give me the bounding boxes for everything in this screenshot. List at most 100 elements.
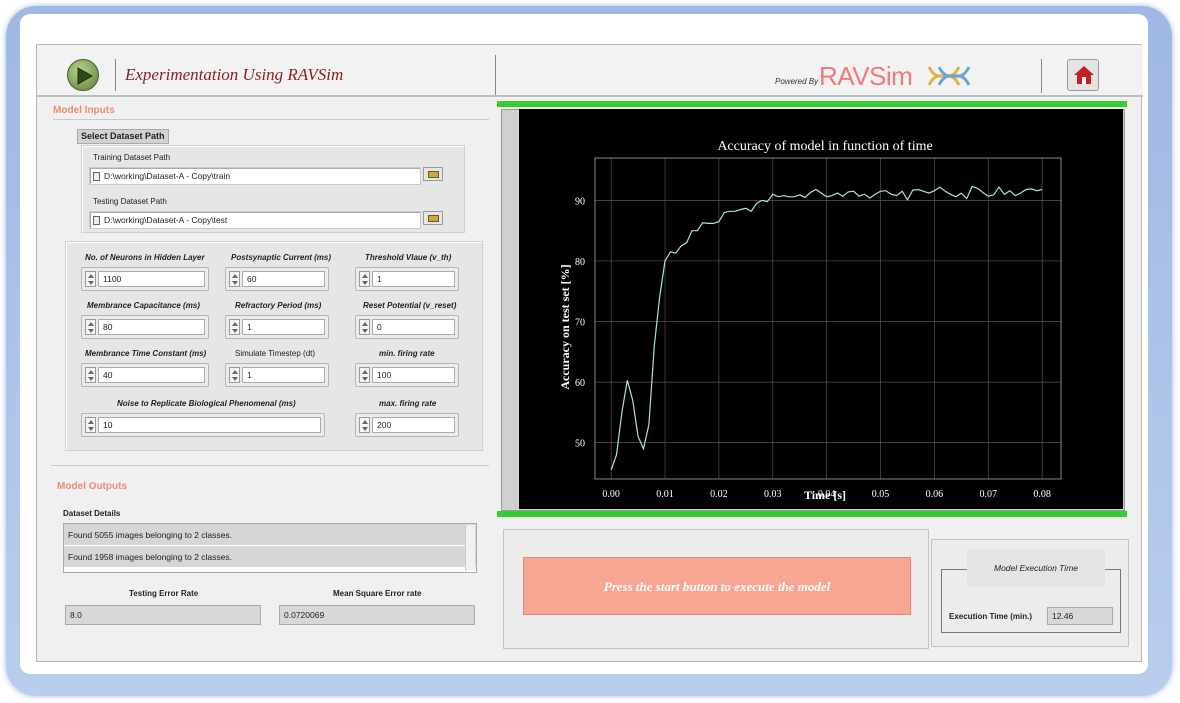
- dataset-details-list: Found 5055 images belonging to 2 classes…: [63, 523, 477, 573]
- refractory-value: 1: [242, 319, 325, 335]
- x-tick-label: 0.02: [710, 489, 728, 500]
- x-tick-label: 0.00: [602, 489, 620, 500]
- spinner-icon[interactable]: [85, 417, 96, 433]
- y-tick-label: 50: [575, 439, 585, 450]
- list-item: Found 1958 images belonging to 2 classes…: [64, 546, 476, 568]
- home-icon: [1074, 66, 1094, 84]
- threshold-label: Threshold Vlaue (v_th): [365, 253, 452, 262]
- capacitance-input[interactable]: 80: [81, 315, 209, 339]
- training-path-label: Training Dataset Path: [93, 153, 171, 162]
- spinner-icon[interactable]: [359, 367, 370, 383]
- powered-by-label: Powered By: [775, 77, 819, 86]
- spinner-icon[interactable]: [359, 417, 370, 433]
- time-constant-input[interactable]: 40: [81, 363, 209, 387]
- time-constant-value: 40: [98, 367, 205, 383]
- x-tick-label: 0.08: [1033, 489, 1051, 500]
- timestep-value: 1: [242, 367, 325, 383]
- training-path-input[interactable]: D:\working\Dataset-A - Copy\train: [89, 167, 421, 185]
- psc-input[interactable]: 60: [225, 267, 329, 291]
- spinner-icon[interactable]: [85, 319, 96, 335]
- y-tick-label: 80: [575, 257, 585, 268]
- x-tick-label: 0.03: [764, 489, 782, 500]
- capacitance-value: 80: [98, 319, 205, 335]
- dna-logo-icon: [927, 66, 971, 86]
- select-dataset-label: Select Dataset Path: [77, 129, 169, 144]
- testing-error-value: 8.0: [65, 605, 261, 625]
- divider: [53, 119, 489, 120]
- accuracy-chart: Accuracy of model in function of time Ti…: [519, 109, 1123, 509]
- browse-testing-button[interactable]: [423, 211, 443, 225]
- mse-value: 0.0720069: [279, 605, 475, 625]
- path-icon: [93, 216, 100, 225]
- chart-ylabel: Accuracy on test set [%]: [558, 264, 572, 389]
- divider: [51, 465, 489, 466]
- noise-value: 10: [98, 417, 321, 433]
- reset-value: 0: [372, 319, 455, 335]
- header-separator: [495, 55, 496, 95]
- y-tick-label: 90: [575, 196, 585, 207]
- mse-label: Mean Square Error rate: [333, 589, 422, 598]
- browse-training-button[interactable]: [423, 167, 443, 181]
- refractory-label: Refractory Period (ms): [235, 301, 322, 310]
- list-item: Found 5055 images belonging to 2 classes…: [64, 524, 476, 546]
- header-separator: [1041, 59, 1042, 93]
- capacitance-label: Membrance Capacitance (ms): [87, 301, 200, 310]
- psc-value: 60: [242, 271, 325, 287]
- progress-bar-bottom: [497, 511, 1127, 517]
- path-icon: [93, 172, 100, 181]
- timestep-input[interactable]: 1: [225, 363, 329, 387]
- min-rate-label: min. firing rate: [379, 349, 435, 358]
- psc-label: Postsynaptic Current (ms): [231, 253, 332, 262]
- spinner-icon[interactable]: [229, 271, 240, 287]
- x-tick-label: 0.07: [980, 489, 998, 500]
- progress-bar-top: [497, 101, 1127, 107]
- refractory-input[interactable]: 1: [225, 315, 329, 339]
- testing-path-label: Testing Dataset Path: [93, 197, 167, 206]
- x-tick-label: 0.06: [926, 489, 944, 500]
- spinner-icon[interactable]: [85, 367, 96, 383]
- start-message-button[interactable]: Press the start button to execute the mo…: [523, 557, 911, 615]
- neurons-label: No. of Neurons in Hidden Layer: [85, 253, 205, 262]
- spinner-icon[interactable]: [85, 271, 96, 287]
- x-tick-label: 0.01: [656, 489, 674, 500]
- max-rate-value: 200: [372, 417, 455, 433]
- execution-title: Model Execution Time: [967, 549, 1105, 587]
- execution-time-value: 12.46: [1047, 607, 1113, 625]
- neurons-value: 1100: [98, 271, 205, 287]
- reset-label: Reset Potential (v_reset): [363, 301, 457, 310]
- header-separator: [115, 59, 116, 91]
- y-tick-label: 60: [575, 378, 585, 389]
- brand-logo: RAVSim: [819, 61, 913, 91]
- home-button[interactable]: [1067, 59, 1099, 91]
- folder-icon: [428, 215, 439, 222]
- dataset-details-label: Dataset Details: [63, 509, 121, 518]
- chart-title: Accuracy of model in function of time: [717, 139, 932, 154]
- testing-path-input[interactable]: D:\working\Dataset-A - Copy\test: [89, 211, 421, 229]
- app-title: Experimentation Using RAVSim: [125, 65, 344, 84]
- play-icon: [77, 67, 93, 85]
- testing-path-value: D:\working\Dataset-A - Copy\test: [104, 215, 228, 225]
- spinner-icon[interactable]: [229, 319, 240, 335]
- testing-error-label: Testing Error Rate: [129, 589, 199, 598]
- min-rate-input[interactable]: 100: [355, 363, 459, 387]
- x-tick-label: 0.05: [872, 489, 890, 500]
- run-button[interactable]: [67, 59, 99, 91]
- spinner-icon[interactable]: [229, 367, 240, 383]
- threshold-input[interactable]: 1: [355, 267, 459, 291]
- noise-input[interactable]: 10: [81, 413, 325, 437]
- execution-time-label: Execution Time (min.): [949, 612, 1032, 621]
- training-path-value: D:\working\Dataset-A - Copy\train: [104, 171, 231, 181]
- spinner-icon[interactable]: [359, 319, 370, 335]
- model-inputs-title: Model Inputs: [53, 105, 115, 116]
- spinner-icon[interactable]: [359, 271, 370, 287]
- threshold-value: 1: [372, 271, 455, 287]
- max-rate-input[interactable]: 200: [355, 413, 459, 437]
- time-constant-label: Membrance Time Constant (ms): [85, 349, 207, 358]
- min-rate-value: 100: [372, 367, 455, 383]
- timestep-label: Simulate Timestep (dt): [235, 349, 316, 358]
- list-scrollbar[interactable]: [465, 525, 475, 571]
- neurons-input[interactable]: 1100: [81, 267, 209, 291]
- model-outputs-title: Model Outputs: [57, 481, 127, 492]
- max-rate-label: max. firing rate: [379, 399, 437, 408]
- reset-input[interactable]: 0: [355, 315, 459, 339]
